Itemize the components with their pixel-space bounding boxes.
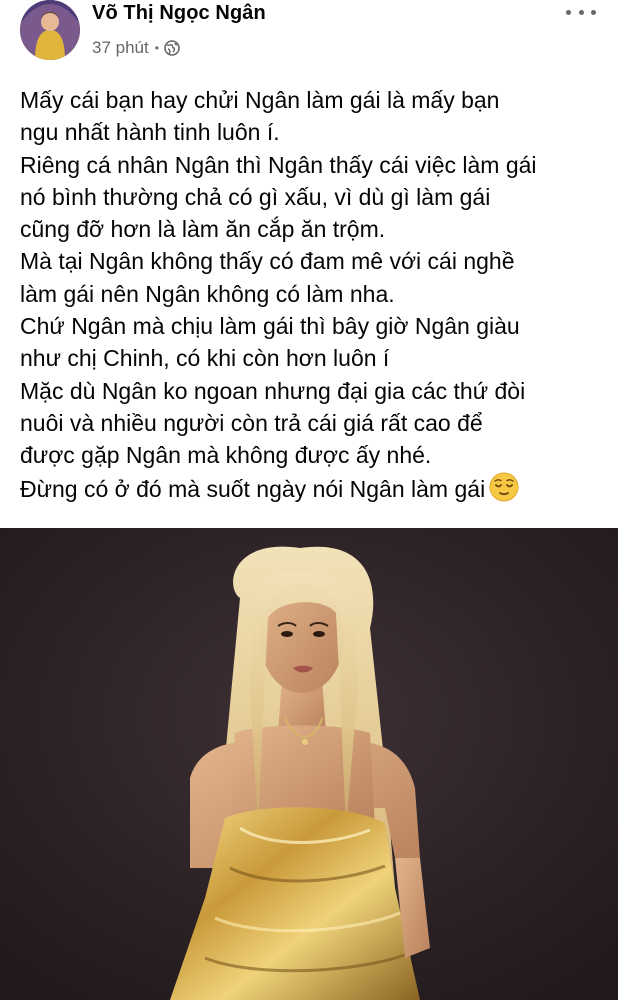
post-text-line: nuôi và nhiều người còn trả cái giá rất … [20, 409, 483, 436]
post-text-line: như chị Chinh, có khi còn hơn luôn í [20, 345, 390, 372]
post-text-line: Đừng có ở đó mà suốt ngày nói Ngân làm g… [20, 475, 486, 502]
post-text-line: Mấy cái bạn hay chửi Ngân làm gái là mấy… [20, 87, 500, 113]
post-text-line: Mặc dù Ngân ko ngoan nhưng đại gia các t… [20, 377, 526, 404]
globe-icon[interactable] [164, 40, 180, 56]
post-text-line: nó bình thường chả có gì xấu, vì dù gì l… [20, 183, 491, 210]
more-horizontal-icon [566, 9, 571, 15]
post-text-line: cũng đỡ hơn là làm ăn cắp ăn trộm. [20, 216, 386, 243]
post-text-line: được gặp Ngân mà không được ấy nhé. [20, 442, 432, 469]
author-name[interactable]: Võ Thị Ngọc Ngân [92, 2, 266, 25]
more-options-button[interactable] [566, 2, 596, 22]
post-text-line-last: Đừng có ở đó mà suốt ngày nói Ngân làm g… [20, 472, 610, 510]
post-text-line: Mà tại Ngân không thấy có đam mê với cái… [20, 248, 515, 275]
post-text-line: ngu nhất hành tinh luôn í. [20, 119, 280, 146]
post-photo[interactable] [0, 528, 618, 1000]
post-text-line: Riêng cá nhân Ngân thì Ngân thấy cái việ… [20, 151, 537, 178]
post-meta: 37 phút • [92, 38, 180, 58]
relieved-face-emoji [489, 472, 519, 510]
post-header: Võ Thị Ngọc Ngân 37 phút • [0, 0, 618, 70]
post-text-line: Chứ Ngân mà chịu làm gái thì bây giờ Ngâ… [20, 313, 520, 340]
facebook-post: Võ Thị Ngọc Ngân 37 phút • Mấy cái bạn h… [0, 0, 618, 1000]
post-body-text: Mấy cái bạn hay chửi Ngân làm gái là mấy… [20, 84, 610, 510]
post-text-line: làm gái nên Ngân không có làm nha. [20, 280, 395, 307]
meta-separator: • [154, 41, 159, 55]
post-timestamp[interactable]: 37 phút [92, 38, 149, 58]
author-avatar[interactable] [20, 0, 80, 60]
woman-portrait-image [0, 528, 618, 1000]
